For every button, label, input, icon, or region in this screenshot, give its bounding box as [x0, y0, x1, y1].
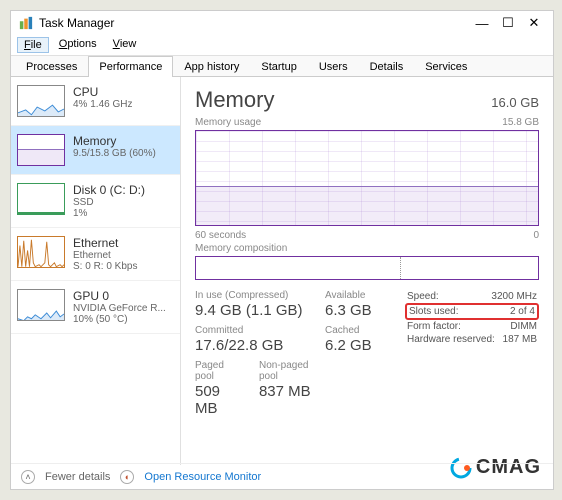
disk-thumb-icon	[17, 183, 65, 215]
maximize-button[interactable]: ☐	[501, 16, 515, 30]
ethernet-thumb-icon	[17, 236, 65, 268]
sidebar-ethernet-title: Ethernet	[73, 236, 137, 250]
resmon-icon: ◐	[120, 470, 134, 484]
gpu-thumb-icon	[17, 289, 65, 321]
paged-label: Paged pool	[195, 360, 243, 382]
memory-thumb-icon	[17, 134, 65, 166]
memory-composition-bar	[195, 256, 539, 280]
sidebar: CPU 4% 1.46 GHz Memory 9.5/15.8 GB (60%)…	[11, 77, 181, 465]
menu-file[interactable]: File	[17, 37, 49, 53]
sidebar-ethernet-sub2: S: 0 R: 0 Kbps	[73, 261, 137, 272]
close-button[interactable]: ✕	[527, 16, 541, 30]
chart-grid	[196, 131, 538, 225]
stats-grid: In use (Compressed) 9.4 GB (1.1 GB) Comm…	[195, 290, 539, 423]
minimize-button[interactable]: —	[475, 16, 489, 30]
tab-processes[interactable]: Processes	[15, 56, 88, 77]
titlebar: Task Manager — ☐ ✕	[11, 11, 553, 35]
memory-usage-chart	[195, 130, 539, 226]
tab-details[interactable]: Details	[359, 56, 415, 77]
sidebar-item-ethernet[interactable]: Ethernet Ethernet S: 0 R: 0 Kbps	[11, 228, 180, 281]
sidebar-memory-title: Memory	[73, 134, 156, 148]
detail-reserved: Hardware reserved:187 MB	[405, 333, 539, 346]
footer-bar: ˄ Fewer details ◐ Open Resource Monitor	[11, 463, 553, 489]
timespan-left: 60 seconds	[195, 230, 246, 241]
sidebar-gpu-sub1: NVIDIA GeForce R...	[73, 303, 166, 314]
sidebar-gpu-title: GPU 0	[73, 289, 166, 303]
available-label: Available	[325, 290, 405, 301]
main-panel: Memory 16.0 GB Memory usage 15.8 GB 60 s…	[181, 77, 553, 465]
composition-fill	[196, 257, 401, 279]
tab-users[interactable]: Users	[308, 56, 359, 77]
sidebar-item-cpu[interactable]: CPU 4% 1.46 GHz	[11, 77, 180, 126]
sidebar-memory-sub: 9.5/15.8 GB (60%)	[73, 148, 156, 159]
composition-label-row: Memory composition	[195, 243, 539, 254]
composition-label: Memory composition	[195, 243, 287, 254]
detail-form: Form factor:DIMM	[405, 320, 539, 333]
memory-total: 16.0 GB	[491, 95, 539, 110]
inuse-value: 9.4 GB (1.1 GB)	[195, 302, 325, 319]
sidebar-disk-sub2: 1%	[73, 208, 145, 219]
page-title: Memory	[195, 87, 274, 113]
task-manager-window: Task Manager — ☐ ✕ File Options View Pro…	[10, 10, 554, 490]
chart-top-labels: Memory usage 15.8 GB	[195, 117, 539, 128]
cached-label: Cached	[325, 325, 405, 336]
tab-startup[interactable]: Startup	[250, 56, 307, 77]
tabbar: Processes Performance App history Startu…	[11, 56, 553, 77]
sidebar-cpu-sub: 4% 1.46 GHz	[73, 99, 132, 110]
sidebar-disk-sub1: SSD	[73, 197, 145, 208]
nonpaged-value: 837 MB	[259, 383, 325, 400]
inuse-label: In use (Compressed)	[195, 290, 325, 301]
detail-slots: Slots used:2 of 4	[405, 303, 539, 320]
cpu-thumb-icon	[17, 85, 65, 117]
open-resource-monitor-link[interactable]: Open Resource Monitor	[144, 471, 261, 483]
menu-options[interactable]: Options	[53, 37, 103, 53]
fewer-details-link[interactable]: Fewer details	[45, 471, 110, 483]
content-area: CPU 4% 1.46 GHz Memory 9.5/15.8 GB (60%)…	[11, 77, 553, 465]
window-title: Task Manager	[39, 16, 475, 30]
sidebar-item-gpu[interactable]: GPU 0 NVIDIA GeForce R... 10% (50 °C)	[11, 281, 180, 334]
chevron-up-icon[interactable]: ˄	[21, 470, 35, 484]
usage-label: Memory usage	[195, 117, 261, 128]
detail-speed: Speed:3200 MHz	[405, 290, 539, 303]
tab-performance[interactable]: Performance	[88, 56, 173, 77]
available-value: 6.3 GB	[325, 302, 405, 319]
sidebar-cpu-title: CPU	[73, 85, 132, 99]
timespan-right: 0	[533, 230, 539, 241]
sidebar-ethernet-sub1: Ethernet	[73, 250, 137, 261]
committed-label: Committed	[195, 325, 325, 336]
sidebar-item-memory[interactable]: Memory 9.5/15.8 GB (60%)	[11, 126, 180, 175]
committed-value: 17.6/22.8 GB	[195, 337, 325, 354]
app-icon	[19, 16, 33, 30]
usage-max: 15.8 GB	[502, 117, 539, 128]
window-controls: — ☐ ✕	[475, 16, 545, 30]
chart-bottom-labels: 60 seconds 0	[195, 230, 539, 241]
menu-view[interactable]: View	[107, 37, 143, 53]
main-header: Memory 16.0 GB	[195, 87, 539, 113]
sidebar-item-disk[interactable]: Disk 0 (C: D:) SSD 1%	[11, 175, 180, 228]
sidebar-gpu-sub2: 10% (50 °C)	[73, 314, 166, 325]
sidebar-disk-title: Disk 0 (C: D:)	[73, 183, 145, 197]
nonpaged-label: Non-paged pool	[259, 360, 325, 382]
tab-apphistory[interactable]: App history	[173, 56, 250, 77]
paged-value: 509 MB	[195, 383, 243, 417]
menubar: File Options View	[11, 35, 553, 56]
cached-value: 6.2 GB	[325, 337, 405, 354]
tab-services[interactable]: Services	[414, 56, 478, 77]
